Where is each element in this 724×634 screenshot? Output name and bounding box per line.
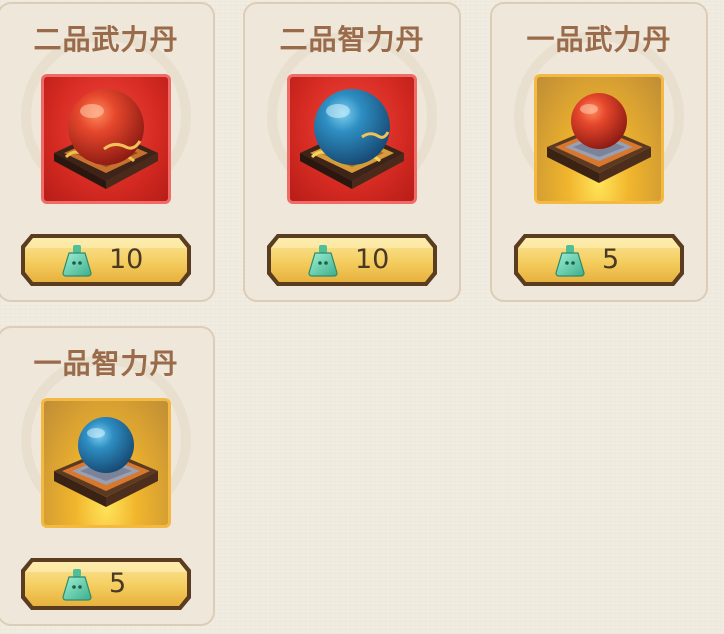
item-icon-frame[interactable] <box>534 74 664 204</box>
price-value: 10 <box>355 244 390 275</box>
shop-item-card[interactable]: 一品智力丹 5 <box>0 326 215 626</box>
price-button[interactable]: 5 <box>512 232 686 288</box>
item-name: 二品武力丹 <box>33 23 179 56</box>
jade-bell-icon <box>62 569 92 601</box>
price-button-frame <box>267 234 437 286</box>
price-button-frame <box>21 558 191 610</box>
price-value: 5 <box>602 244 620 275</box>
price-button-frame <box>514 234 684 286</box>
item-icon-frame[interactable] <box>41 398 171 528</box>
price-button[interactable]: 10 <box>19 232 193 288</box>
item-icon-frame[interactable] <box>41 74 171 204</box>
item-name: 一品智力丹 <box>33 347 179 380</box>
price-button[interactable]: 10 <box>265 232 439 288</box>
blue-orb-icon <box>54 417 158 507</box>
price-button-frame <box>21 234 191 286</box>
shop-item-card[interactable]: 二品智力丹 10 <box>243 2 461 302</box>
item-name: 一品武力丹 <box>526 23 672 56</box>
price-value: 5 <box>109 568 127 599</box>
red-orb-icon <box>547 93 651 183</box>
jade-bell-icon <box>555 245 585 277</box>
jade-bell-icon <box>308 245 338 277</box>
shop-item-card[interactable]: 二品武力丹 10 <box>0 2 215 302</box>
price-value: 10 <box>109 244 144 275</box>
blue-orb-icon <box>300 89 404 189</box>
item-icon-frame[interactable] <box>287 74 417 204</box>
shop-item-card[interactable]: 一品武力丹 5 <box>490 2 708 302</box>
red-orb-icon <box>54 89 158 189</box>
jade-bell-icon <box>62 245 92 277</box>
item-name: 二品智力丹 <box>279 23 425 56</box>
price-button[interactable]: 5 <box>19 556 193 612</box>
